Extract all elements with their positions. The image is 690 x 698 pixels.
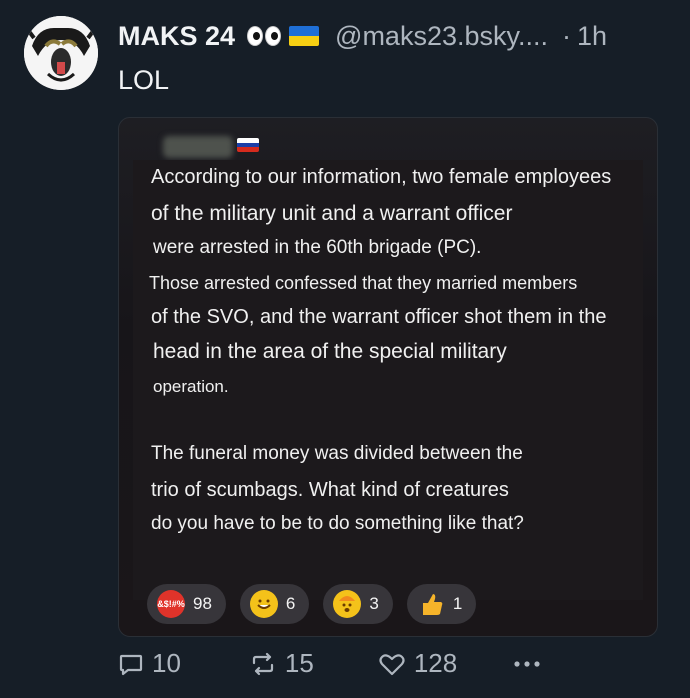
message-line: trio of scumbags. What kind of creatures bbox=[151, 479, 509, 501]
message-line: According to our information, two female… bbox=[151, 166, 612, 188]
message-line: were arrested in the 60th brigade (PC). bbox=[153, 237, 482, 258]
russia-flag-icon bbox=[237, 138, 259, 152]
reaction-count: 98 bbox=[193, 594, 212, 613]
exploding-head-icon bbox=[333, 590, 362, 618]
message-line: of the military unit and a warrant offic… bbox=[151, 202, 513, 225]
display-name[interactable]: MAKS 24 bbox=[118, 18, 235, 54]
embedded-image[interactable]: According to our information, two female… bbox=[118, 117, 658, 637]
cursing-face-icon: &$!#% bbox=[157, 590, 185, 618]
heart-icon bbox=[379, 653, 405, 675]
like-button[interactable]: 128 bbox=[378, 648, 457, 679]
post-actions: 10 15 128 bbox=[118, 648, 541, 679]
message-line: head in the area of the special military bbox=[153, 340, 507, 363]
more-options-button[interactable] bbox=[513, 659, 541, 669]
separator: · bbox=[562, 21, 571, 51]
reply-button[interactable]: 10 bbox=[118, 648, 181, 679]
user-handle[interactable]: @maks23.bsky.... bbox=[335, 18, 548, 54]
post-header: MAKS 24 @maks23.bsky.... · 1h bbox=[118, 18, 670, 54]
ukraine-flag-icon bbox=[289, 26, 320, 46]
reaction-rofl[interactable]: 6 bbox=[239, 584, 310, 624]
post-time[interactable]: 1h bbox=[577, 18, 607, 54]
reaction-thumbs-up[interactable]: 1 bbox=[406, 584, 477, 624]
reply-icon bbox=[119, 654, 143, 675]
message-line: Those arrested confessed that they marri… bbox=[149, 273, 578, 293]
repost-button[interactable]: 15 bbox=[249, 648, 314, 679]
thumbs-up-icon bbox=[417, 590, 445, 618]
rofl-face-icon bbox=[249, 590, 278, 618]
message-line: of the SVO, and the warrant officer shot… bbox=[151, 306, 607, 328]
reaction-exploding-head[interactable]: 3 bbox=[323, 584, 393, 624]
more-icon bbox=[514, 660, 540, 667]
reaction-cursing[interactable]: &$!#% 98 bbox=[147, 584, 226, 624]
message-line: The funeral money was divided between th… bbox=[151, 443, 523, 464]
reaction-count: 3 bbox=[369, 594, 379, 613]
eyes-emoji-icon bbox=[247, 26, 282, 46]
message-line: do you have to be to do something like t… bbox=[151, 513, 524, 534]
reply-count: 10 bbox=[152, 648, 181, 678]
avatar[interactable] bbox=[24, 16, 98, 90]
reaction-count: 1 bbox=[452, 594, 463, 613]
reaction-bar: &$!#% 98 6 3 1 bbox=[147, 584, 477, 624]
avatar-image bbox=[24, 16, 98, 90]
message-line: operation. bbox=[153, 377, 229, 396]
like-count: 128 bbox=[413, 648, 458, 678]
post-text: LOL bbox=[118, 65, 170, 95]
repost-count: 15 bbox=[284, 648, 314, 678]
repost-icon bbox=[252, 652, 274, 675]
blurred-username bbox=[163, 136, 233, 158]
reaction-count: 6 bbox=[285, 594, 296, 613]
